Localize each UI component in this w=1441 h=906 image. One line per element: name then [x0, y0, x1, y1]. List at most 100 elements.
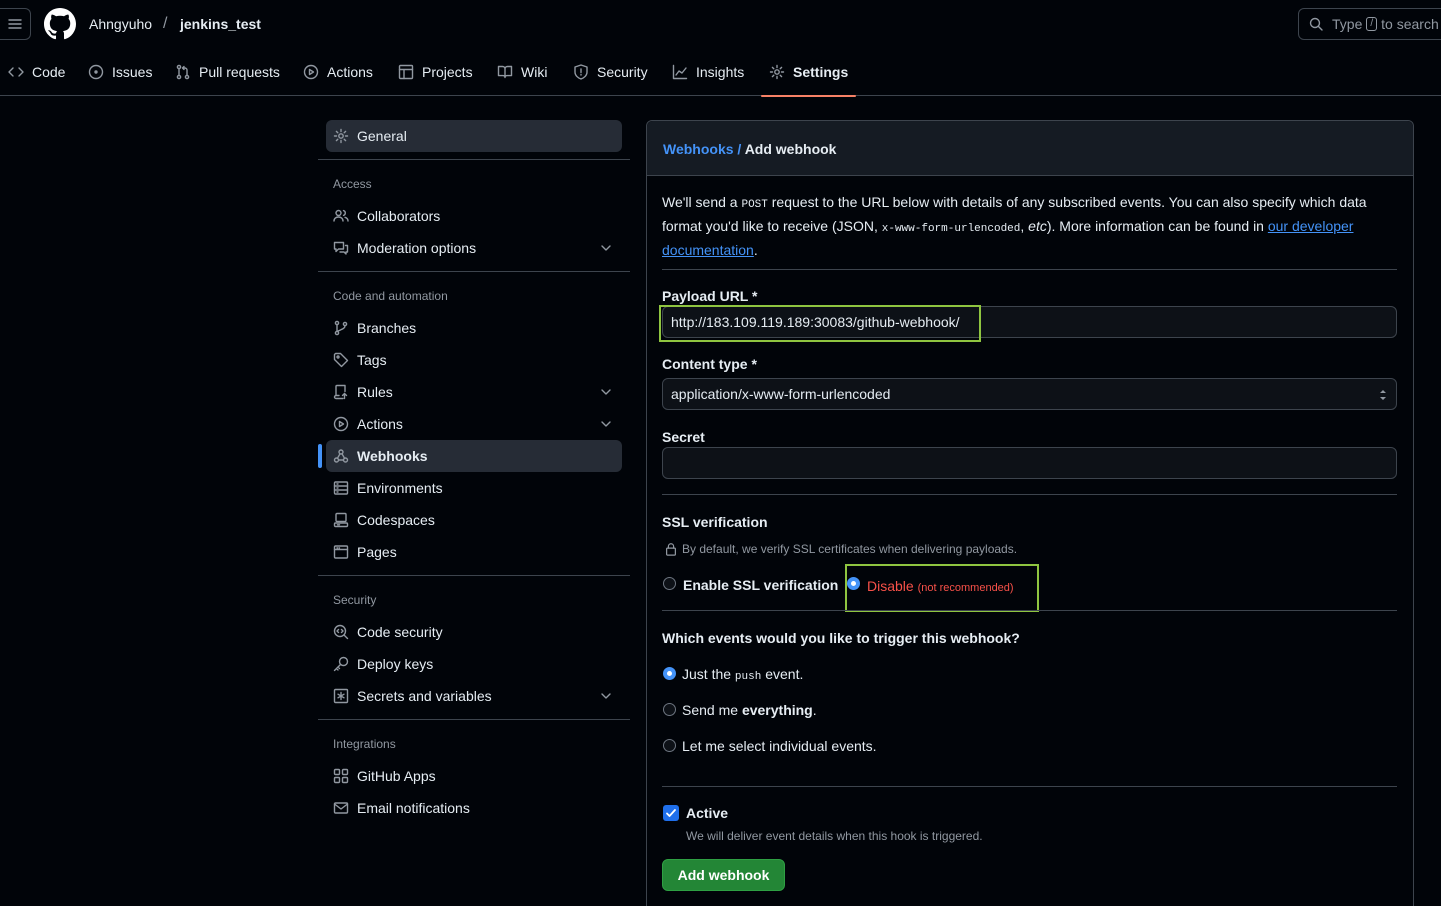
current-item-indicator: [318, 444, 322, 468]
ssl-verification-label: SSL verification: [662, 514, 768, 530]
sidebar-item-label: Codespaces: [357, 512, 435, 528]
sidebar-item-environments[interactable]: Environments: [326, 472, 622, 504]
event-push-radio[interactable]: [663, 667, 676, 680]
mail-icon: [333, 800, 349, 816]
event-select-label[interactable]: Let me select individual events.: [682, 738, 877, 754]
tag-icon: [333, 352, 349, 368]
section-divider: [662, 494, 1397, 495]
sidebar-item-codespaces[interactable]: Codespaces: [326, 504, 622, 536]
event-everything-radio[interactable]: [663, 703, 676, 716]
repo-owner-link[interactable]: Ahngyuho: [89, 16, 152, 32]
sidebar-heading-code-automation: Code and automation: [333, 289, 448, 303]
event-push-text-1: Just the: [682, 666, 735, 682]
section-divider: [662, 610, 1397, 611]
sidebar-item-rules[interactable]: Rules: [326, 376, 622, 408]
sidebar-item-pages[interactable]: Pages: [326, 536, 622, 568]
codespaces-icon: [333, 512, 349, 528]
sidebar-item-deploy-keys[interactable]: Deploy keys: [326, 648, 622, 680]
payload-url-label: Payload URL *: [662, 288, 758, 304]
sidebar-item-email-notifications[interactable]: Email notifications: [326, 792, 622, 824]
ssl-enable-label[interactable]: Enable SSL verification: [683, 577, 838, 593]
sidebar-item-label: Environments: [357, 480, 443, 496]
chevron-down-icon: [598, 240, 614, 256]
secret-input[interactable]: [662, 447, 1397, 479]
sidebar-divider: [318, 719, 630, 720]
event-everything-label[interactable]: Send me everything.: [682, 702, 817, 718]
sidebar-item-label: Code security: [357, 624, 443, 640]
shield-icon: [573, 64, 589, 80]
sidebar-item-label: Collaborators: [357, 208, 441, 224]
sidebar-divider: [318, 159, 630, 160]
ssl-enable-radio[interactable]: [663, 577, 676, 590]
tab-issues[interactable]: Issues: [88, 48, 152, 96]
repo-push-icon: [333, 384, 349, 400]
event-select-radio[interactable]: [663, 739, 676, 752]
breadcrumb-webhooks-link[interactable]: Webhooks: [663, 141, 734, 157]
tab-actions[interactable]: Actions: [303, 48, 373, 96]
sidebar-item-general[interactable]: General: [326, 120, 622, 152]
tab-settings[interactable]: Settings: [760, 48, 857, 97]
search-input[interactable]: Type / to search: [1298, 8, 1441, 40]
sidebar-item-moderation-options[interactable]: Moderation options: [326, 232, 622, 264]
sidebar-item-actions[interactable]: Actions: [326, 408, 622, 440]
add-webhook-button[interactable]: Add webhook: [662, 859, 785, 891]
intro-code-form: x-www-form-urlencoded: [881, 223, 1021, 235]
box-header: Webhooks / Add webhook: [647, 121, 1413, 176]
issue-icon: [88, 64, 104, 80]
select-arrows-icon: [1378, 388, 1388, 402]
active-label[interactable]: Active: [686, 805, 728, 821]
sidebar-item-github-apps[interactable]: GitHub Apps: [326, 760, 622, 792]
codescan-icon: [333, 624, 349, 640]
pull-request-icon: [175, 64, 191, 80]
sidebar-item-label: Webhooks: [357, 448, 428, 464]
sidebar-item-tags[interactable]: Tags: [326, 344, 622, 376]
tab-projects[interactable]: Projects: [398, 48, 473, 96]
repo-name-link[interactable]: jenkins_test: [180, 16, 261, 32]
apps-icon: [333, 768, 349, 784]
chevron-down-icon: [598, 688, 614, 704]
section-divider: [662, 786, 1397, 787]
tab-security[interactable]: Security: [573, 48, 648, 96]
highlight-box: [845, 564, 1039, 612]
ssl-note-text: By default, we verify SSL certificates w…: [682, 542, 1018, 556]
people-icon: [333, 208, 349, 224]
content-type-select[interactable]: application/x-www-form-urlencoded: [662, 378, 1397, 410]
ssl-note: By default, we verify SSL certificates w…: [664, 542, 1017, 556]
code-icon: [8, 64, 24, 80]
graph-icon: [672, 64, 688, 80]
tab-label: Projects: [422, 64, 473, 80]
event-all-text-1: Send me: [682, 702, 742, 718]
sidebar-item-label: Rules: [357, 384, 393, 400]
sidebar-item-webhooks[interactable]: Webhooks: [326, 440, 622, 472]
sidebar-item-code-security[interactable]: Code security: [326, 616, 622, 648]
sidebar-heading-access: Access: [333, 177, 372, 191]
intro-text-4: ). More information can be found in: [1046, 218, 1268, 234]
repo-nav: Code Issues Pull requests Actions Projec…: [0, 48, 1441, 97]
tab-wiki[interactable]: Wiki: [497, 48, 547, 96]
intro-text-1: We'll send a: [662, 194, 742, 210]
github-logo-icon[interactable]: [44, 8, 76, 40]
active-checkbox[interactable]: [663, 805, 679, 821]
intro-text-3: ,: [1020, 218, 1029, 234]
tab-insights[interactable]: Insights: [672, 48, 744, 96]
search-icon: [1308, 16, 1324, 32]
sidebar-item-label: Branches: [357, 320, 417, 336]
sidebar-item-branches[interactable]: Branches: [326, 312, 622, 344]
sidebar-heading-integrations: Integrations: [333, 737, 396, 751]
tab-label: Actions: [327, 64, 373, 80]
active-note: We will deliver event details when this …: [686, 829, 983, 843]
event-push-text-2: event.: [761, 666, 804, 682]
sidebar-item-label: Email notifications: [357, 800, 470, 816]
sidebar-heading-security: Security: [333, 593, 377, 607]
highlight-box: [659, 305, 981, 342]
tab-label: Pull requests: [199, 64, 280, 80]
sidebar-item-label: Tags: [357, 352, 387, 368]
gear-icon: [769, 64, 785, 80]
table-icon: [398, 64, 414, 80]
tab-code[interactable]: Code: [8, 48, 65, 96]
tab-pull-requests[interactable]: Pull requests: [175, 48, 280, 96]
menu-button[interactable]: [0, 8, 31, 40]
event-push-label[interactable]: Just the push event.: [682, 666, 803, 683]
sidebar-item-collaborators[interactable]: Collaborators: [326, 200, 622, 232]
sidebar-item-secrets-variables[interactable]: Secrets and variables: [326, 680, 622, 712]
